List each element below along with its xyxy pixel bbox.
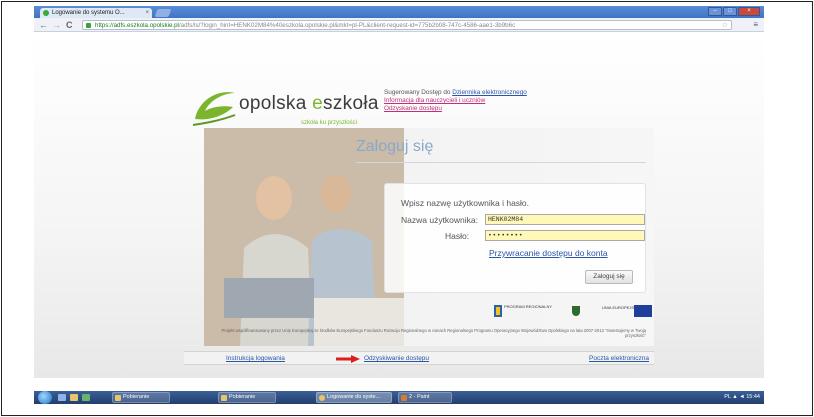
bookmark-star-icon[interactable]: ☆ xyxy=(722,21,728,29)
logo-word-szkola: szkoła xyxy=(323,93,379,114)
login-instructions-link[interactable]: Instrukcja logowania xyxy=(226,355,285,362)
people-photo-image xyxy=(204,128,404,346)
logo-swoosh-icon xyxy=(192,92,236,126)
red-arrow-icon xyxy=(336,355,360,363)
taskbar-label: 2 - Paint xyxy=(409,394,430,400)
recover-access-link[interactable]: Odzyskiwanie dostępu xyxy=(364,355,429,362)
minimize-button[interactable]: – xyxy=(708,7,722,16)
chrome-icon[interactable] xyxy=(82,394,90,401)
url-host: adfs.eszkola.opolskie.pl xyxy=(113,22,179,29)
tab-close-icon[interactable]: × xyxy=(145,8,149,18)
favicon-icon xyxy=(43,10,49,16)
window-controls: – □ × xyxy=(708,7,760,16)
new-tab-button[interactable] xyxy=(154,9,172,17)
login-title: Zaloguj się xyxy=(356,138,434,155)
address-bar[interactable]: https://adfs.eszkola.opolskie.pl/adfs/ls… xyxy=(82,20,732,30)
lock-icon xyxy=(86,23,91,28)
browser-tab[interactable]: Logowanie do systemu O... × xyxy=(40,8,152,18)
header-notes: Sugerowany Dostęp do Dziennika elektroni… xyxy=(384,89,527,113)
logo-word-opolska: opolska xyxy=(239,93,313,114)
note1-prefix: Sugerowany Dostęp do xyxy=(384,89,453,96)
browser-tabbar: Logowanie do systemu O... × – □ × xyxy=(34,6,764,18)
logo-text: opolska eszkoła xyxy=(239,93,379,115)
login-prompt: Wpisz nazwę użytkownika i hasło. xyxy=(401,198,530,208)
url-path: /adfs/ls/?login_hint=HENK02M84%40eszkola… xyxy=(178,22,516,29)
password-field[interactable]: •••••••• xyxy=(485,230,645,241)
info-teachers-students-link[interactable]: Informacja dla nauczycieli i uczniów xyxy=(384,97,527,105)
title-divider xyxy=(356,162,646,163)
screenshot-frame: Logowanie do systemu O... × – □ × ← → C … xyxy=(1,1,813,416)
logo-letter-e: e xyxy=(312,93,324,114)
close-window-button[interactable]: × xyxy=(738,7,760,16)
recover-access-link-top[interactable]: Odzyskanie dostępu xyxy=(384,105,527,113)
folder-icon xyxy=(115,395,121,401)
login-page: opolska eszkoła szkoła ku przyszłości Su… xyxy=(34,33,764,378)
login-form: Wpisz nazwę użytkownika i hasło. Nazwa u… xyxy=(384,183,646,293)
taskbar-label: Logowanie do syste... xyxy=(327,394,381,400)
password-label: Hasło: xyxy=(445,231,470,241)
logo-tagline: szkoła ku przyszłości xyxy=(301,120,358,126)
explorer-icon[interactable] xyxy=(70,394,78,401)
maximize-button[interactable]: □ xyxy=(723,7,737,16)
browser-menu-icon[interactable]: ≡ xyxy=(753,20,758,30)
cofunding-notice: Projekt współfinansowany przez Unię Euro… xyxy=(221,328,646,338)
reload-icon[interactable]: C xyxy=(66,20,73,30)
login-banner: Zaloguj się Wpisz nazwę użytkownika i ha… xyxy=(204,128,654,346)
taskbar-paint[interactable]: 2 - Paint xyxy=(398,392,452,403)
paint-icon xyxy=(401,395,407,401)
footer-links: Instrukcja logowania Odzyskiwanie dostęp… xyxy=(184,351,654,365)
program-logo-text: PROGRAM REGIONALNY xyxy=(504,304,553,309)
opole-crest-icon xyxy=(572,306,580,316)
folder-icon xyxy=(221,395,227,401)
program-logo-icon xyxy=(494,305,502,317)
ie-icon[interactable] xyxy=(58,394,66,401)
tab-title: Logowanie do systemu O... xyxy=(52,10,125,16)
taskbar-downloads-2[interactable]: Pobieranie xyxy=(218,392,276,403)
eu-flag-icon xyxy=(634,305,652,317)
chrome-icon xyxy=(319,395,325,401)
recover-account-link[interactable]: Przywracanie dostępu do konta xyxy=(489,248,608,258)
forward-icon[interactable]: → xyxy=(52,20,61,30)
taskbar-chrome-window[interactable]: Logowanie do syste... xyxy=(316,392,392,403)
back-icon[interactable]: ← xyxy=(39,20,48,30)
desktop-screen: Logowanie do systemu O... × – □ × ← → C … xyxy=(34,6,764,404)
taskbar-label: Pobieranie xyxy=(123,394,150,400)
taskbar-downloads-1[interactable]: Pobieranie xyxy=(112,392,170,403)
start-button[interactable] xyxy=(38,391,52,404)
username-label: Nazwa użytkownika: xyxy=(401,215,479,225)
sponsor-logos: PROGRAM REGIONALNY UNIA EUROPEJSKA xyxy=(494,304,654,320)
gradebook-link[interactable]: Dziennika elektronicznego xyxy=(452,89,527,96)
windows-taskbar: Pobieranie Pobieranie Logowanie do syste… xyxy=(34,391,764,404)
login-button[interactable]: Zaloguj się xyxy=(585,270,633,284)
webmail-link[interactable]: Poczta elektroniczna xyxy=(589,355,649,362)
note-suggested-access: Sugerowany Dostęp do Dziennika elektroni… xyxy=(384,89,527,97)
system-tray-clock[interactable]: PL ▲ ◄ 15:44 xyxy=(724,392,760,403)
username-field[interactable]: HENK02M84 xyxy=(485,214,645,225)
taskbar-label: Pobieranie xyxy=(229,394,256,400)
url-scheme: https:// xyxy=(95,22,114,29)
browser-toolbar: ← → C https://adfs.eszkola.opolskie.pl/a… xyxy=(34,18,764,32)
